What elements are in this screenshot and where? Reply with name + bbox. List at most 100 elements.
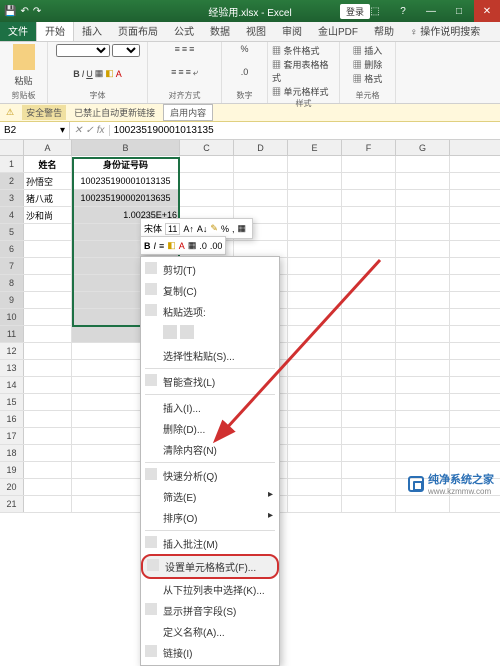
font-size[interactable]	[112, 44, 140, 57]
mini-border2-icon[interactable]: ▦	[188, 240, 197, 251]
fill-icon[interactable]: ◧	[105, 68, 114, 79]
cell-G16[interactable]	[396, 411, 450, 427]
mini-decrease-icon[interactable]: A↓	[197, 224, 208, 234]
cell-E7[interactable]	[288, 258, 342, 274]
name-box[interactable]: B2▾	[0, 122, 70, 139]
cond-format-button[interactable]: ▦ 条件格式	[272, 44, 320, 57]
namebox-dropdown-icon[interactable]: ▾	[60, 125, 65, 136]
row-header[interactable]: 19	[0, 462, 24, 478]
cell-F17[interactable]	[342, 428, 396, 444]
col-header-g[interactable]: G	[396, 140, 450, 155]
cell-G11[interactable]	[396, 326, 450, 342]
col-header-e[interactable]: E	[288, 140, 342, 155]
cell-F6[interactable]	[342, 241, 396, 257]
enable-content-button[interactable]: 启用内容	[163, 104, 213, 121]
cell-E10[interactable]	[288, 309, 342, 325]
ctx-paste-special[interactable]: 选择性粘贴(S)...	[141, 345, 279, 366]
col-header-d[interactable]: D	[234, 140, 288, 155]
number-format-icon[interactable]: .0	[241, 67, 249, 77]
cell-A13[interactable]	[24, 360, 72, 376]
cell-G1[interactable]	[396, 156, 450, 172]
cell-F12[interactable]	[342, 343, 396, 359]
cell-A11[interactable]	[24, 326, 72, 342]
cell-F10[interactable]	[342, 309, 396, 325]
cell-A2[interactable]: 孙悟空	[24, 173, 72, 189]
tab-kwps[interactable]: 金山PDF	[310, 20, 366, 41]
cell-G9[interactable]	[396, 292, 450, 308]
italic-button[interactable]: I	[82, 69, 85, 79]
paste-icon-1[interactable]	[163, 325, 177, 339]
ctx-paste-icons[interactable]	[141, 322, 279, 345]
cell-E20[interactable]	[288, 479, 342, 495]
row-header[interactable]: 5	[0, 224, 24, 240]
cell-G18[interactable]	[396, 445, 450, 461]
mini-align-icon[interactable]: ≡	[159, 241, 164, 251]
cell-G14[interactable]	[396, 377, 450, 393]
cell-A18[interactable]	[24, 445, 72, 461]
cell-G8[interactable]	[396, 275, 450, 291]
cell-A10[interactable]	[24, 309, 72, 325]
ctx-define-name[interactable]: 定义名称(A)...	[141, 621, 279, 642]
tab-data[interactable]: 数据	[202, 20, 238, 41]
cell-E15[interactable]	[288, 394, 342, 410]
cell-E13[interactable]	[288, 360, 342, 376]
ctx-clear[interactable]: 清除内容(N)	[141, 439, 279, 460]
ctx-dropdown-select[interactable]: 从下拉列表中选择(K)...	[141, 579, 279, 600]
row-header[interactable]: 9	[0, 292, 24, 308]
cell-E11[interactable]	[288, 326, 342, 342]
mini-comma-icon[interactable]: ,	[232, 224, 235, 234]
cell-G5[interactable]	[396, 224, 450, 240]
cell-G2[interactable]	[396, 173, 450, 189]
cell-F1[interactable]	[342, 156, 396, 172]
align-left-icon[interactable]: ≡	[171, 67, 176, 77]
mini-bold[interactable]: B	[144, 241, 151, 251]
cell-D1[interactable]	[234, 156, 288, 172]
row-header[interactable]: 13	[0, 360, 24, 376]
enter-icon[interactable]: ✓	[85, 125, 93, 136]
col-header-b[interactable]: B	[72, 140, 180, 155]
cell-E18[interactable]	[288, 445, 342, 461]
cell-A12[interactable]	[24, 343, 72, 359]
row-header[interactable]: 16	[0, 411, 24, 427]
cell-G10[interactable]	[396, 309, 450, 325]
redo-icon[interactable]: ↷	[33, 6, 41, 17]
ctx-quick-analysis[interactable]: 快速分析(Q)	[141, 465, 279, 486]
row-header[interactable]: 1	[0, 156, 24, 172]
row-header[interactable]: 10	[0, 309, 24, 325]
row-header[interactable]: 2	[0, 173, 24, 189]
ctx-filter[interactable]: 筛选(E)▸	[141, 486, 279, 507]
insert-cells-button[interactable]: ▦ 插入	[353, 44, 383, 57]
bold-button[interactable]: B	[73, 69, 80, 79]
context-menu[interactable]: 剪切(T) 复制(C) 粘贴选项: 选择性粘贴(S)... 智能查找(L) 插入…	[140, 256, 280, 666]
cell-C2[interactable]	[180, 173, 234, 189]
cell-D2[interactable]	[234, 173, 288, 189]
cell-E6[interactable]	[288, 241, 342, 257]
underline-button[interactable]: U	[86, 69, 93, 79]
cell-D6[interactable]	[234, 241, 288, 257]
cell-F13[interactable]	[342, 360, 396, 376]
row-header[interactable]: 3	[0, 190, 24, 206]
ctx-smart-lookup[interactable]: 智能查找(L)	[141, 371, 279, 392]
cell-B1[interactable]: 身份证号码	[72, 156, 180, 172]
cell-A19[interactable]	[24, 462, 72, 478]
paste-icon-2[interactable]	[180, 325, 194, 339]
cell-A1[interactable]: 姓名	[24, 156, 72, 172]
cell-E16[interactable]	[288, 411, 342, 427]
col-header-a[interactable]: A	[24, 140, 72, 155]
cell-F8[interactable]	[342, 275, 396, 291]
tab-help[interactable]: 帮助	[366, 20, 402, 41]
font-color-icon[interactable]: A	[116, 69, 122, 79]
cell-E9[interactable]	[288, 292, 342, 308]
tab-file[interactable]: 文件	[0, 20, 36, 41]
wrap-icon[interactable]: ⤶	[193, 67, 198, 78]
align-top-icon[interactable]: ≡	[175, 44, 180, 54]
cell-F20[interactable]	[342, 479, 396, 495]
align-right-icon[interactable]: ≡	[186, 67, 191, 77]
cell-A6[interactable]	[24, 241, 72, 257]
tab-review[interactable]: 视图	[238, 20, 274, 41]
ctx-sort[interactable]: 排序(O)▸	[141, 507, 279, 528]
cell-F18[interactable]	[342, 445, 396, 461]
ctx-delete[interactable]: 删除(D)...	[141, 418, 279, 439]
tab-home[interactable]: 开始	[36, 19, 74, 41]
cell-style-button[interactable]: ▦ 单元格样式	[272, 85, 329, 98]
